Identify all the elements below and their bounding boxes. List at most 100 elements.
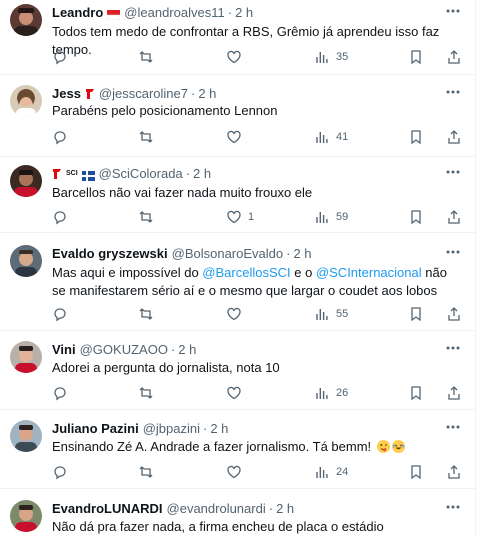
mention-link[interactable]: @SCInternacional: [316, 265, 422, 280]
reply-item[interactable]: Leandro @leandroalves11 · 2 h Todos tem …: [0, 0, 476, 75]
author-handle[interactable]: @BolsonaroEvaldo: [172, 246, 283, 262]
mention-link[interactable]: @BarcellosSCI: [202, 265, 290, 280]
bookmark-button[interactable]: [408, 463, 424, 481]
author-name[interactable]: SCI: [66, 166, 78, 182]
more-icon[interactable]: [444, 84, 462, 100]
reply-button[interactable]: [52, 128, 68, 146]
more-icon[interactable]: [444, 340, 462, 356]
timestamp[interactable]: 2 h: [193, 166, 211, 182]
bookmark-button[interactable]: [408, 208, 424, 226]
share-button[interactable]: [446, 128, 462, 146]
more-icon[interactable]: [444, 244, 462, 260]
avatar[interactable]: [10, 245, 42, 277]
more-icon[interactable]: [444, 164, 462, 180]
retweet-button[interactable]: [138, 48, 154, 66]
retweet-button[interactable]: [138, 305, 154, 323]
share-button[interactable]: [446, 305, 462, 323]
reply-text: Parabéns pelo posicionamento Lennon: [52, 103, 278, 118]
author-name[interactable]: Juliano Pazini: [52, 421, 139, 437]
timestamp[interactable]: 2 h: [178, 342, 196, 358]
bookmark-button[interactable]: [408, 384, 424, 402]
views-button[interactable]: 35: [314, 48, 348, 66]
bookmark-icon: [408, 306, 424, 322]
reply-item[interactable]: Jess @jesscaroline7 · 2 h Parabéns pelo …: [0, 76, 476, 157]
like-button[interactable]: 1: [226, 208, 254, 226]
author-handle[interactable]: @SciColorada: [99, 166, 183, 182]
author-handle[interactable]: @leandroalves11: [124, 5, 224, 21]
views-count: 35: [336, 51, 349, 63]
bookmark-icon: [408, 49, 424, 65]
views-button[interactable]: 55: [314, 305, 348, 323]
timestamp[interactable]: 2 h: [210, 421, 228, 437]
like-button[interactable]: [226, 48, 248, 66]
avatar[interactable]: [10, 85, 42, 117]
timestamp[interactable]: 2 h: [198, 86, 216, 102]
like-button[interactable]: [226, 128, 248, 146]
more-icon[interactable]: [444, 3, 462, 19]
like-button[interactable]: [226, 384, 248, 402]
author-handle[interactable]: @evandrolunardi: [167, 501, 266, 517]
share-button[interactable]: [446, 208, 462, 226]
bookmark-button[interactable]: [408, 305, 424, 323]
views-button[interactable]: 26: [314, 384, 348, 402]
author-handle[interactable]: @jbpazini: [143, 421, 200, 437]
retweet-button[interactable]: [138, 208, 154, 226]
views-count: 55: [336, 308, 349, 320]
share-button[interactable]: [446, 463, 462, 481]
reply-item[interactable]: SCI @SciColorada · 2 h Barcellos não vai…: [0, 158, 476, 233]
reply-item[interactable]: Vini @GOKUZAOO · 2 h Adorei a pergunta d…: [0, 332, 476, 410]
reply-button[interactable]: [52, 305, 68, 323]
bookmark-button[interactable]: [408, 48, 424, 66]
reply-button[interactable]: [52, 463, 68, 481]
author-name[interactable]: Jess: [52, 86, 81, 102]
views-button[interactable]: 41: [314, 128, 348, 146]
action-bar: 41: [52, 128, 470, 146]
avatar[interactable]: [10, 420, 42, 452]
avatar[interactable]: [10, 4, 42, 36]
reply-icon: [52, 49, 68, 65]
views-count: 59: [336, 211, 349, 223]
reply-text-part: e o: [290, 265, 316, 280]
like-button[interactable]: [226, 463, 248, 481]
author-handle[interactable]: @jesscaroline7: [99, 86, 188, 102]
reply-button[interactable]: [52, 48, 68, 66]
views-icon: [314, 385, 330, 401]
views-button[interactable]: 24: [314, 463, 348, 481]
avatar[interactable]: [10, 165, 42, 197]
author-name[interactable]: EvandroLUNARDI: [52, 501, 163, 517]
retweet-button[interactable]: [138, 463, 154, 481]
reply-item[interactable]: EvandroLUNARDI @evandrolunardi · 2 h Não…: [0, 490, 476, 535]
action-bar: 35: [52, 48, 470, 66]
reply-button[interactable]: [52, 208, 68, 226]
like-button[interactable]: [226, 305, 248, 323]
more-icon[interactable]: [444, 419, 462, 435]
timestamp[interactable]: 2 h: [235, 5, 253, 21]
share-icon: [446, 129, 462, 145]
retweet-button[interactable]: [138, 128, 154, 146]
share-icon: [446, 385, 462, 401]
action-bar: 55: [52, 305, 470, 323]
bookmark-button[interactable]: [408, 128, 424, 146]
bookmark-icon: [408, 464, 424, 480]
separator-dot: ·: [185, 166, 191, 181]
author-handle[interactable]: @GOKUZAOO: [80, 342, 168, 358]
share-button[interactable]: [446, 384, 462, 402]
author-name[interactable]: Vini: [52, 342, 76, 358]
timestamp[interactable]: 2 h: [293, 246, 311, 262]
more-icon[interactable]: [444, 499, 462, 515]
share-button[interactable]: [446, 48, 462, 66]
action-bar: 1 59: [52, 208, 470, 226]
reply-item[interactable]: Juliano Pazini @jbpazini · 2 h Ensinando…: [0, 411, 476, 489]
author-name[interactable]: Leandro: [52, 5, 103, 21]
flag-icon: [107, 8, 121, 21]
retweet-button[interactable]: [138, 384, 154, 402]
timestamp[interactable]: 2 h: [276, 501, 294, 517]
avatar[interactable]: [10, 500, 42, 532]
reply-text: Mas aqui e impossível do @BarcellosSCI e…: [52, 264, 462, 300]
views-button[interactable]: 59: [314, 208, 348, 226]
reply-item[interactable]: Evaldo gryszewski @BolsonaroEvaldo · 2 h…: [0, 234, 476, 331]
author-name[interactable]: Evaldo gryszewski: [52, 246, 168, 262]
avatar[interactable]: [10, 341, 42, 373]
reply-button[interactable]: [52, 384, 68, 402]
views-icon: [314, 306, 330, 322]
